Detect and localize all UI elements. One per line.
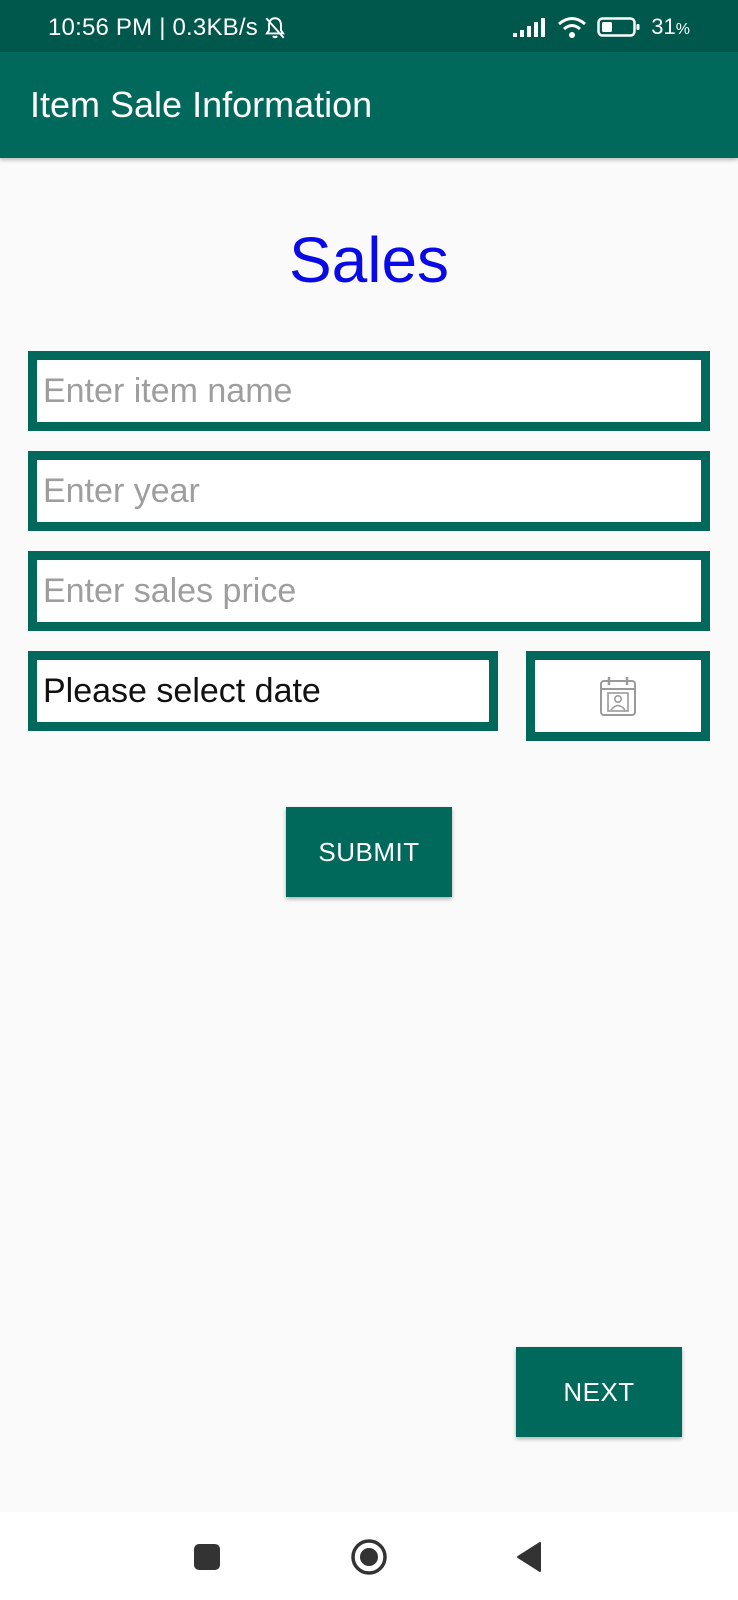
home-button[interactable] [344,1532,394,1582]
app-title: Item Sale Information [30,84,373,125]
date-label: Please select date [43,671,321,710]
recents-button[interactable] [182,1532,232,1582]
year-field [28,451,710,531]
status-right: 31% [513,14,690,40]
status-left: 10:56 PM | 0.3KB/s [48,14,288,42]
page-heading: Sales [288,224,450,296]
item-name-input[interactable] [37,371,701,411]
year-input[interactable] [37,471,701,511]
calendar-button[interactable] [526,651,710,741]
signal-icon [513,18,546,37]
status-bar: 10:56 PM | 0.3KB/s 31% [0,0,738,52]
calendar-icon [600,677,636,716]
mute-bell-icon [265,17,285,39]
app-bar: Item Sale Information [0,52,738,158]
wifi-icon [558,17,587,38]
date-display: Please select date [28,651,498,731]
status-time-speed: 10:56 PM | 0.3KB/s [48,14,258,41]
home-icon [351,1539,387,1575]
back-button[interactable] [504,1532,554,1582]
sales-price-input[interactable] [37,571,701,611]
item-name-field [28,351,710,431]
next-button[interactable]: NEXT [516,1347,682,1437]
battery-level: 31% [651,14,690,39]
submit-button[interactable]: SUBMIT [286,807,452,897]
recents-icon [194,1544,220,1570]
navigation-bar [0,1512,738,1600]
sales-price-field [28,551,710,631]
battery-icon [597,17,640,37]
back-icon [517,1542,541,1572]
